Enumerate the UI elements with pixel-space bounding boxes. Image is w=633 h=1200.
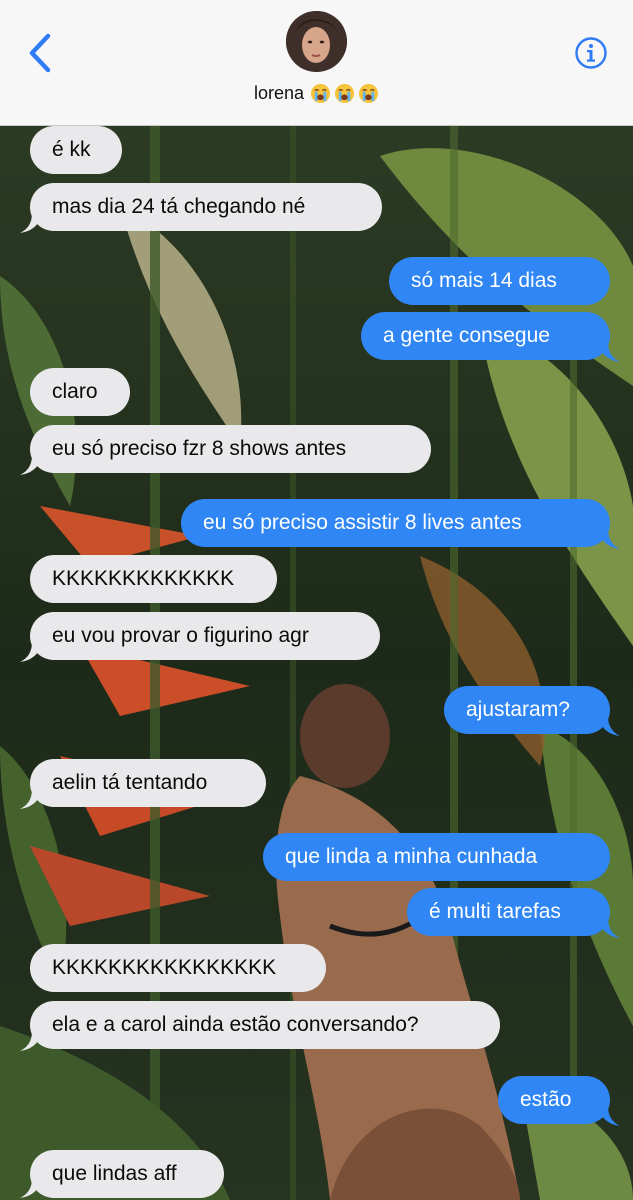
incoming-message-bubble[interactable]: eu só preciso fzr 8 shows antes xyxy=(30,425,431,473)
back-button[interactable] xyxy=(24,32,58,74)
incoming-bubble-tail xyxy=(20,789,42,811)
info-icon xyxy=(575,37,607,69)
outgoing-message-bubble[interactable]: eu só preciso assistir 8 lives antes xyxy=(181,499,610,547)
loudly-crying-face-emoji xyxy=(310,83,331,104)
chevron-left-icon xyxy=(29,33,51,73)
incoming-bubble-tail xyxy=(20,1031,42,1053)
incoming-message-bubble[interactable]: KKKKKKKKKKKKKKKK xyxy=(30,944,326,992)
conversation-header: lorena xyxy=(0,0,633,126)
info-button[interactable] xyxy=(574,36,608,70)
outgoing-message-bubble[interactable]: estão xyxy=(498,1076,610,1124)
incoming-bubble-tail xyxy=(20,213,42,235)
contact-avatar[interactable] xyxy=(286,11,347,72)
incoming-message-bubble[interactable]: ela e a carol ainda estão conversando? xyxy=(30,1001,500,1049)
outgoing-message-bubble[interactable]: só mais 14 dias xyxy=(389,257,610,305)
message-thread[interactable]: é kk mas dia 24 tá chegando né só mais 1… xyxy=(0,126,633,1200)
outgoing-message-bubble[interactable]: ajustaram? xyxy=(444,686,610,734)
emoji-group xyxy=(310,83,379,104)
incoming-bubble-tail xyxy=(20,455,42,477)
outgoing-message-bubble[interactable]: é multi tarefas xyxy=(407,888,610,936)
outgoing-bubble-tail xyxy=(598,529,620,551)
contact-name: lorena xyxy=(253,82,305,103)
outgoing-bubble-tail xyxy=(598,1106,620,1128)
incoming-bubble-tail xyxy=(20,642,42,664)
outgoing-message-bubble[interactable]: a gente consegue xyxy=(361,312,610,360)
outgoing-bubble-tail xyxy=(598,342,620,364)
outgoing-bubble-tail xyxy=(598,918,620,940)
incoming-message-bubble[interactable]: claro xyxy=(30,368,130,416)
incoming-message-bubble[interactable]: eu vou provar o figurino agr xyxy=(30,612,380,660)
incoming-message-bubble[interactable]: que lindas aff xyxy=(30,1150,224,1198)
incoming-message-bubble[interactable]: é kk xyxy=(30,126,122,174)
contact-title[interactable]: lorena xyxy=(0,78,633,108)
outgoing-bubble-tail xyxy=(598,716,620,738)
incoming-message-bubble[interactable]: mas dia 24 tá chegando né xyxy=(30,183,382,231)
incoming-message-bubble[interactable]: KKKKKKKKKKKKK xyxy=(30,555,277,603)
incoming-bubble-tail xyxy=(20,1178,42,1200)
incoming-message-bubble[interactable]: aelin tá tentando xyxy=(30,759,266,807)
loudly-crying-face-emoji xyxy=(358,83,379,104)
outgoing-message-bubble[interactable]: que linda a minha cunhada xyxy=(263,833,610,881)
loudly-crying-face-emoji xyxy=(334,83,355,104)
